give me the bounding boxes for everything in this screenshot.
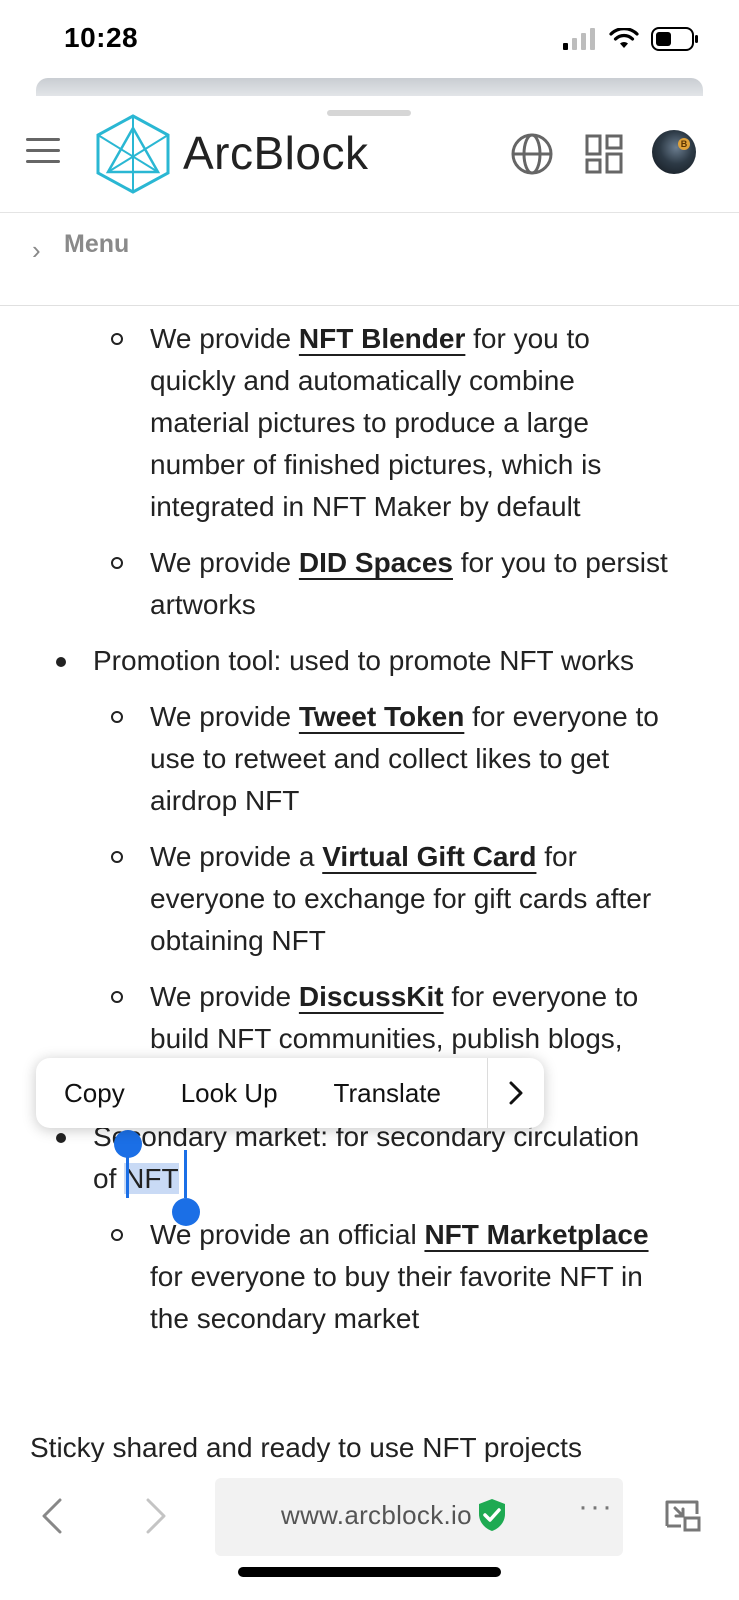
text-context-menu: Copy Look Up Translate [36, 1058, 544, 1128]
battery-icon [651, 27, 698, 51]
item-text: for everyone to [464, 701, 659, 732]
bullet [56, 1133, 66, 1143]
status-icons [563, 26, 699, 52]
item-text: everyone to exchange for gift cards afte… [150, 883, 652, 914]
forward-arrow-icon[interactable] [144, 1496, 168, 1536]
nft-blender-link[interactable]: NFT Blender [299, 323, 465, 354]
cut-off-text: Sticky shared and ready to use NFT proje… [30, 1432, 582, 1462]
list-item: We provide Tweet Token for everyone to u… [150, 696, 710, 822]
chevron-right-icon [509, 1081, 523, 1105]
item-text: for everyone to [443, 981, 639, 1012]
wifi-icon [609, 28, 639, 48]
tweet-token-link[interactable]: Tweet Token [299, 701, 464, 732]
selection-end-handle[interactable] [172, 1198, 200, 1226]
user-avatar[interactable]: B [652, 130, 696, 174]
item-text: material pictures to produce a large [150, 407, 589, 438]
more-options-button[interactable] [487, 1058, 544, 1128]
item-text: quickly and automatically combine [150, 365, 575, 396]
item-text: We provide a [150, 841, 323, 872]
item-text: for [536, 841, 577, 872]
translate-menu-item[interactable]: Translate [306, 1058, 469, 1128]
bullet [56, 657, 66, 667]
status-bar: 10:28 [0, 0, 739, 78]
brand-name[interactable]: ArcBlock [183, 126, 368, 180]
copy-menu-item[interactable]: Copy [36, 1058, 153, 1128]
back-arrow-icon[interactable] [40, 1496, 64, 1536]
list-item: We provide a Virtual Gift Card for every… [150, 836, 710, 962]
list-item: We provide an official NFT Marketplace f… [150, 1214, 710, 1340]
item-text: artworks [150, 589, 256, 620]
apps-grid-icon[interactable] [585, 134, 623, 174]
virtual-gift-card-link[interactable]: Virtual Gift Card [322, 841, 536, 872]
item-text: the secondary market [150, 1303, 420, 1334]
did-spaces-link[interactable]: DID Spaces [299, 547, 453, 578]
sub-bullet [111, 333, 123, 345]
selected-text[interactable]: NFT [124, 1163, 179, 1194]
browser-toolbar: www.arcblock.io ··· [0, 1476, 739, 1600]
item-text: We provide [150, 981, 299, 1012]
sub-bullet [111, 851, 123, 863]
secure-shield-icon [479, 1499, 505, 1531]
list-item: We provide DID Spaces for you to persist… [150, 542, 710, 626]
breadcrumb[interactable]: › Menu [0, 213, 739, 306]
nft-marketplace-link[interactable]: NFT Marketplace [424, 1219, 648, 1250]
arcblock-logo-icon[interactable] [96, 114, 170, 194]
sub-bullet [111, 557, 123, 569]
item-text: obtaining NFT [150, 925, 326, 956]
discusskit-link[interactable]: DiscussKit [299, 981, 444, 1012]
item-text: for everyone to buy their favorite NFT i… [150, 1261, 643, 1292]
list-item-secondary-market: Secondary market: for secondary circulat… [93, 1116, 723, 1200]
sub-bullet [111, 1229, 123, 1241]
list-item: We provide DiscussKit for everyone to bu… [150, 976, 710, 1060]
sheet-grabber[interactable] [327, 110, 411, 116]
globe-language-icon[interactable] [510, 132, 554, 176]
home-indicator[interactable] [238, 1567, 501, 1577]
item-text: We provide [150, 547, 299, 578]
item-text: We provide [150, 323, 299, 354]
item-text: number of finished pictures, which is [150, 449, 602, 480]
chevron-right-icon: › [32, 235, 41, 265]
cellular-signal-icon [563, 28, 595, 50]
sub-bullet [111, 711, 123, 723]
sub-bullet [111, 991, 123, 1003]
item-text: integrated in NFT Maker by default [150, 491, 581, 522]
article-content: We provide NFT Blender for you to quickl… [0, 306, 739, 1486]
breadcrumb-menu-label[interactable]: Menu [64, 230, 129, 259]
item-text: use to retweet and collect likes to get [150, 743, 610, 774]
item-text: build NFT communities, publish blogs, [150, 1023, 623, 1054]
picture-in-picture-icon[interactable] [663, 1496, 703, 1536]
list-item: We provide NFT Blender for you to quickl… [150, 318, 710, 528]
address-bar[interactable]: www.arcblock.io [215, 1478, 623, 1556]
selection-start-handle[interactable] [114, 1130, 142, 1158]
item-text: for you to persist [452, 547, 668, 578]
more-dots-icon[interactable]: ··· [578, 1490, 614, 1524]
hamburger-menu-icon[interactable] [26, 138, 60, 166]
item-text: airdrop NFT [150, 785, 300, 816]
url-text[interactable]: www.arcblock.io [281, 1500, 472, 1531]
item-text: of [93, 1163, 125, 1194]
selection-end-caret[interactable] [184, 1150, 187, 1198]
status-time: 10:28 [64, 22, 139, 53]
look-up-menu-item[interactable]: Look Up [153, 1058, 306, 1128]
item-text: for you to [465, 323, 590, 354]
site-header: ArcBlock B [0, 96, 739, 213]
item-text: We provide [150, 701, 299, 732]
list-item-promotion: Promotion tool: used to promote NFT work… [93, 645, 635, 676]
sheet-top-edge [36, 78, 703, 96]
